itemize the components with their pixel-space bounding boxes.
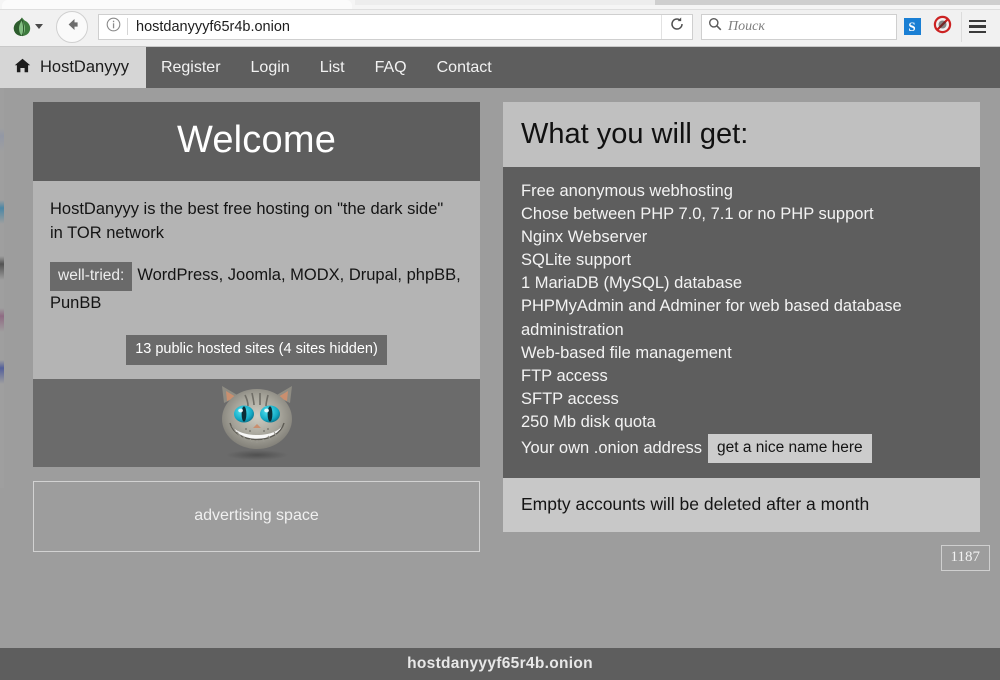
search-icon-container [702,17,728,36]
browser-navigation-toolbar: hostdanyyyf65r4b.onion [0,10,1000,46]
welcome-body: HostDanyyy is the best free hosting on "… [33,181,480,379]
info-circle-icon [106,17,121,37]
features-heading: What you will get: [503,102,980,167]
brand-label: HostDanyyy [40,58,129,77]
feature-item: SFTP access [521,388,962,411]
content-columns: Welcome HostDanyyy is the best free host… [0,88,1000,552]
noscript-button[interactable]: S [897,12,927,42]
back-button[interactable] [56,11,88,43]
hamburger-menu-icon [969,25,986,28]
site-navigation-bar: HostDanyyy Register Login List FAQ Conta… [0,47,1000,88]
browser-menu-button[interactable] [961,12,992,42]
feature-item: SQLite support [521,249,962,272]
no-entry-button[interactable] [927,12,957,42]
sites-count-badge[interactable]: 13 public hosted sites (4 sites hidden) [126,335,387,365]
browser-tab-bar-filler [655,0,1000,5]
welcome-panel: Welcome HostDanyyy is the best free host… [33,102,480,379]
feature-item: PHPMyAdmin and Adminer for web based dat… [521,295,962,341]
cheshire-cat-panel [33,379,480,467]
reload-button[interactable] [661,15,692,39]
cheshire-cat-image [198,379,316,466]
well-tried-badge: well-tried: [50,262,132,292]
feature-item: 1 MariaDB (MySQL) database [521,272,962,295]
url-bar[interactable]: hostdanyyyf65r4b.onion [98,14,693,40]
home-icon [14,58,31,78]
browser-tab-inactive[interactable] [355,0,655,5]
reload-icon [669,16,685,37]
feature-item-onion-address: Your own .onion address get a nice name h… [521,434,962,463]
page-content: Welcome HostDanyyy is the best free host… [0,88,1000,648]
torbutton[interactable] [8,14,47,39]
advertising-space[interactable]: advertising space [33,481,480,552]
feature-item: Free anonymous webhosting [521,180,962,203]
brand-home-link[interactable]: HostDanyyy [0,47,146,88]
hamburger-menu-icon [969,31,986,34]
browser-tab-strip[interactable] [0,0,1000,10]
offscreen-content-sliver [0,88,4,488]
left-column: Welcome HostDanyyy is the best free host… [33,102,480,552]
onion-icon [12,16,32,37]
search-input[interactable]: Поиск [728,19,765,35]
welcome-intro: HostDanyyy is the best free hosting on "… [50,197,463,246]
url-text[interactable]: hostdanyyyf65r4b.onion [128,15,661,39]
nav-link-list[interactable]: List [305,47,360,88]
onion-address-text: Your own .onion address [521,439,702,457]
welcome-intro-line2: in TOR network [50,224,164,242]
browser-tab-active[interactable] [2,0,352,9]
well-tried-row: well-tried:WordPress, Joomla, MODX, Drup… [50,262,463,316]
visitor-counter-badge: 1187 [941,545,990,571]
feature-item: Nginx Webserver [521,226,962,249]
site-identity-button[interactable] [99,17,127,37]
search-icon [708,17,722,36]
welcome-intro-line1: HostDanyyy is the best free hosting on "… [50,200,443,218]
nav-link-contact[interactable]: Contact [422,47,507,88]
nav-links: Register Login List FAQ Contact [146,47,507,88]
feature-item: Web-based file management [521,342,962,365]
no-entry-icon [933,15,952,39]
feature-item: Chose between PHP 7.0, 7.1 or no PHP sup… [521,203,962,226]
features-list: Free anonymous webhosting Chose between … [503,167,980,478]
site-footer: hostdanyyyf65r4b.onion [0,648,1000,680]
feature-item: 250 Mb disk quota [521,411,962,434]
nav-link-faq[interactable]: FAQ [360,47,422,88]
right-column: What you will get: Free anonymous webhos… [503,102,980,552]
hamburger-menu-icon [969,20,986,23]
sites-count-row: 13 public hosted sites (4 sites hidden) [50,335,463,365]
get-nice-name-button[interactable]: get a nice name here [708,434,872,463]
feature-item: FTP access [521,365,962,388]
features-footer-note: Empty accounts will be deleted after a m… [503,478,980,532]
search-bar[interactable]: Поиск [701,14,897,40]
noscript-icon: S [904,18,921,35]
chevron-down-icon [35,24,43,29]
nav-link-register[interactable]: Register [146,47,236,88]
back-arrow-icon [64,16,81,38]
features-panel: What you will get: Free anonymous webhos… [503,102,980,532]
welcome-heading: Welcome [33,102,480,181]
browser-chrome: hostdanyyyf65r4b.onion [0,0,1000,47]
nav-link-login[interactable]: Login [236,47,305,88]
